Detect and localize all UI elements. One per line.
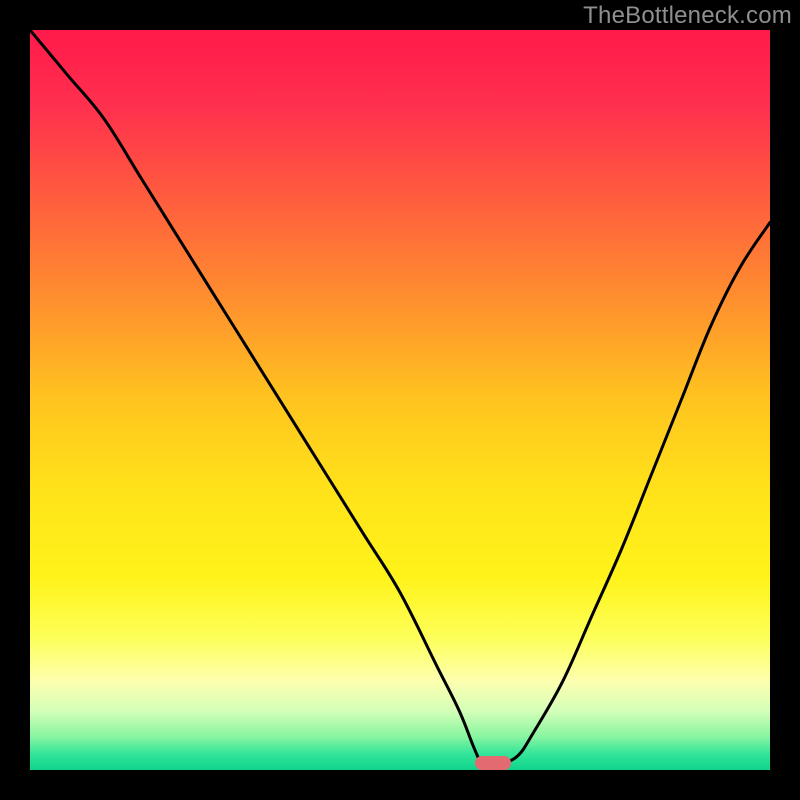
plot-area bbox=[30, 30, 770, 770]
minimum-marker bbox=[475, 756, 511, 770]
watermark-text: TheBottleneck.com bbox=[583, 2, 792, 30]
chart-frame: TheBottleneck.com bbox=[0, 0, 800, 800]
bottleneck-curve bbox=[30, 30, 770, 770]
